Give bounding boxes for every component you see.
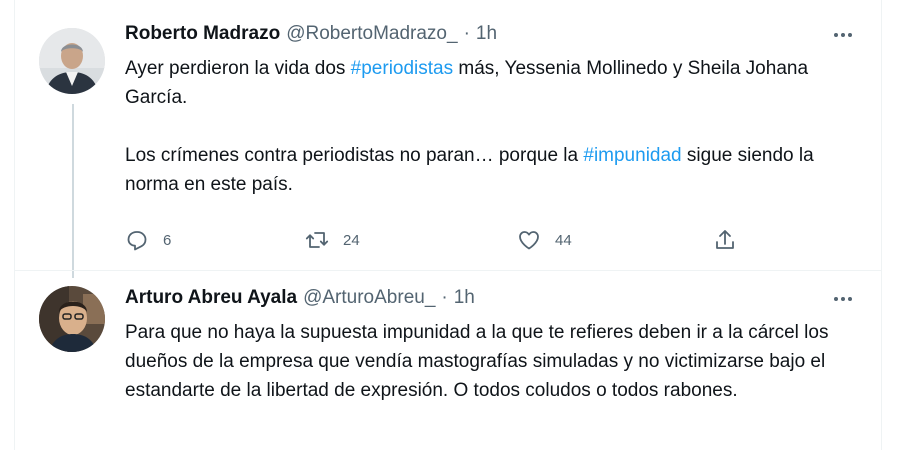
timestamp[interactable]: 1h — [476, 23, 497, 45]
timeline: Roberto Madrazo @RobertoMadrazo_ · 1h Ay… — [14, 0, 882, 450]
reply-button[interactable]: 6 — [125, 228, 171, 252]
timestamp[interactable]: 1h — [454, 287, 475, 309]
share-button[interactable] — [713, 228, 737, 252]
heart-icon — [519, 231, 539, 250]
text-segment: Ayer perdieron la vida dos — [125, 58, 351, 79]
author-name[interactable]: Roberto Madrazo — [125, 23, 280, 45]
reply-icon — [127, 231, 147, 251]
author-handle[interactable]: @ArturoAbreu_ — [303, 287, 435, 309]
tweet-roberto-madrazo[interactable]: Roberto Madrazo @RobertoMadrazo_ · 1h Ay… — [39, 20, 861, 278]
divider — [15, 270, 881, 271]
reply-count: 6 — [163, 231, 172, 249]
tweet-actions: 6 24 44 — [125, 224, 745, 256]
text-segment: Los crímenes contra periodistas no paran… — [125, 145, 584, 166]
retweet-icon — [305, 232, 329, 248]
like-button[interactable]: 44 — [517, 228, 572, 252]
hashtag-link[interactable]: #periodistas — [351, 58, 453, 79]
dot-separator: · — [441, 287, 448, 308]
tweet-body: Arturo Abreu Ayala @ArturoAbreu_ · 1h Pa… — [125, 284, 861, 405]
author-handle[interactable]: @RobertoMadrazo_ — [286, 23, 457, 45]
author-name[interactable]: Arturo Abreu Ayala — [125, 287, 297, 309]
tweet-paragraph: Ayer perdieron la vida dos #periodistas … — [125, 54, 861, 112]
thread-line — [72, 104, 74, 278]
tweet-body: Roberto Madrazo @RobertoMadrazo_ · 1h Ay… — [125, 20, 861, 199]
like-count: 44 — [555, 231, 572, 249]
retweet-count: 24 — [343, 231, 360, 249]
retweet-button[interactable]: 24 — [305, 228, 360, 252]
tweet-paragraph: Para que no haya la supuesta impunidad a… — [125, 322, 829, 401]
tweet-header: Roberto Madrazo @RobertoMadrazo_ · 1h — [125, 20, 861, 48]
tweet-text: Ayer perdieron la vida dos #periodistas … — [125, 54, 861, 199]
dot-separator: · — [463, 23, 470, 44]
share-icon — [716, 230, 734, 249]
tweet-text: Para que no haya la supuesta impunidad a… — [125, 318, 861, 405]
more-options-icon[interactable] — [829, 290, 857, 308]
tweet-paragraph: Los crímenes contra periodistas no paran… — [125, 141, 861, 199]
avatar[interactable] — [39, 28, 105, 94]
more-options-icon[interactable] — [829, 26, 857, 44]
hashtag-link[interactable]: #impunidad — [583, 145, 681, 166]
tweet-arturo-abreu[interactable]: Arturo Abreu Ayala @ArturoAbreu_ · 1h Pa… — [39, 284, 861, 444]
avatar[interactable] — [39, 286, 105, 352]
tweet-header: Arturo Abreu Ayala @ArturoAbreu_ · 1h — [125, 284, 861, 312]
